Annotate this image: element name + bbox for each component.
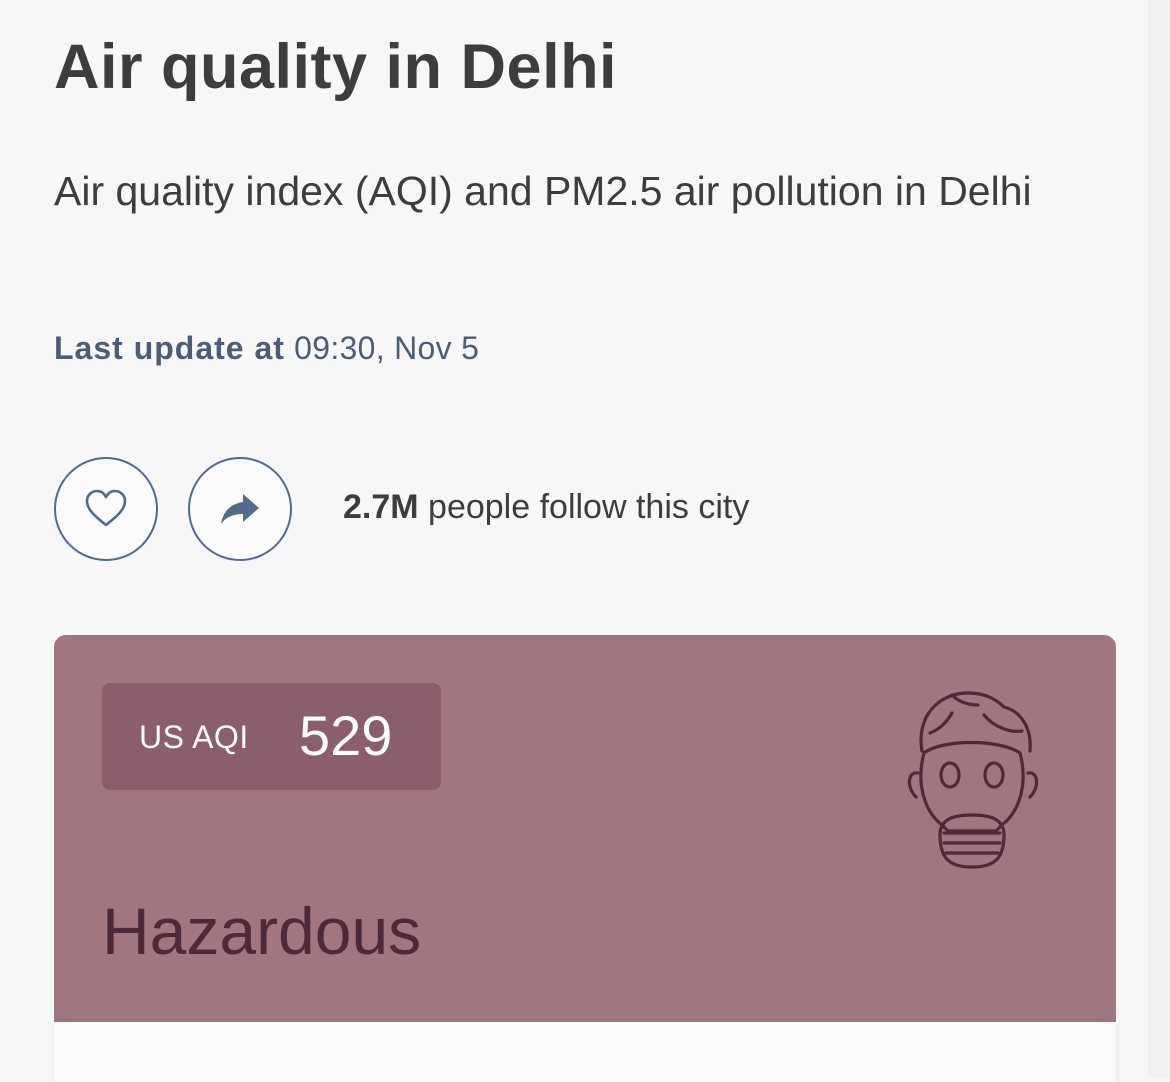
aqi-status: Hazardous [102,894,422,968]
page-title: Air quality in Delhi [54,32,618,102]
share-icon [221,494,259,524]
aqi-badge: US AQI 529 [102,683,441,790]
gas-mask-icon [907,691,1039,869]
scroll-edge [1148,0,1170,1078]
card-content-area [54,1022,1116,1082]
page-subtitle: Air quality index (AQI) and PM2.5 air po… [54,168,1032,214]
last-update-value: 09:30, Nov 5 [294,330,480,366]
aqi-card: US AQI 529 Hazardous [54,635,1116,1023]
last-update-label: Last update at [54,330,285,366]
follower-count-label: people follow this city [428,488,750,526]
aqi-label: US AQI [139,719,249,755]
follow-button[interactable] [54,457,158,561]
follower-count-number: 2.7M [343,488,419,526]
last-update: Last update at 09:30, Nov 5 [54,330,479,367]
follower-count: 2.7M people follow this city [343,488,749,527]
share-button[interactable] [188,457,292,561]
aqi-value: 529 [299,704,393,767]
heart-icon [85,489,127,527]
